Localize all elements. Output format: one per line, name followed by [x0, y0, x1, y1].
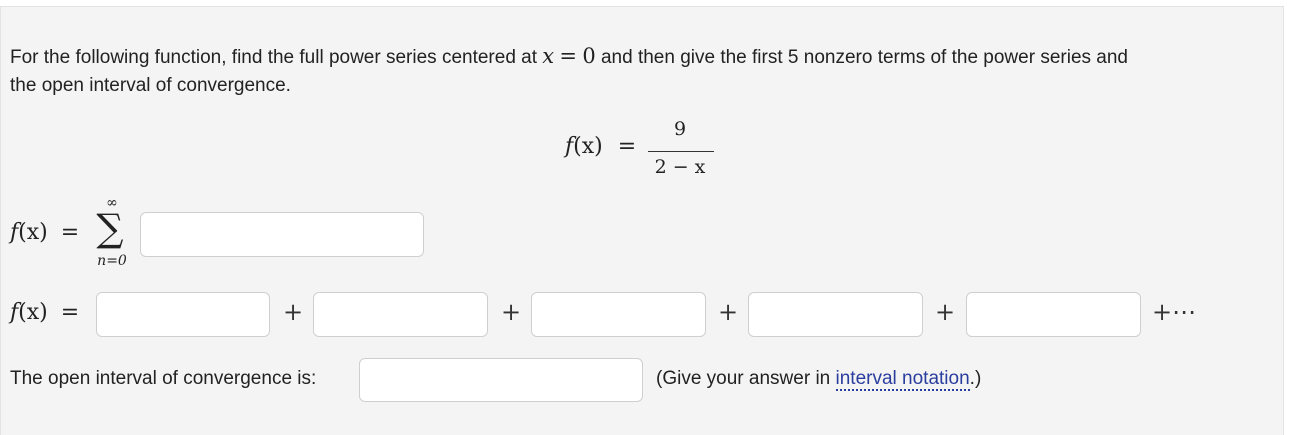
prompt-text-end: and then give the first 5 nonzero terms … — [600, 47, 1128, 68]
plus-sign: + — [283, 298, 304, 326]
terms-function-name: f — [10, 300, 19, 325]
prompt-line-1: For the following function, find the ful… — [10, 41, 1128, 73]
interval-hint-start: (Give your answer in — [656, 368, 831, 389]
function-denominator: 2 − x — [654, 156, 706, 178]
term-4-input[interactable] — [748, 292, 923, 337]
function-equals: = — [617, 134, 637, 159]
terms-function-argument: (x) — [18, 300, 48, 325]
prompt-equals: = — [559, 44, 578, 68]
series-continuation: +⋯ — [1152, 298, 1197, 326]
prompt-line-2: the open interval of convergence. — [10, 75, 291, 96]
plus-sign: + — [935, 298, 956, 326]
plus-sign: + — [718, 298, 739, 326]
interval-label: The open interval of convergence is: — [10, 368, 317, 389]
term-2-input[interactable] — [313, 292, 488, 337]
power-series-answer-input[interactable] — [140, 212, 424, 257]
sigma-lower-limit: n=0 — [97, 253, 127, 269]
interval-notation-link[interactable]: interval notation — [835, 368, 970, 391]
series-equals: = — [60, 220, 80, 245]
interval-answer-input[interactable] — [359, 358, 643, 402]
function-argument: (x) — [573, 134, 603, 159]
interval-hint-end: .) — [969, 368, 982, 389]
prompt-center-value: 0 — [582, 44, 596, 68]
interval-hint: (Give your answer in interval notation.) — [656, 364, 981, 394]
series-function-argument: (x) — [18, 220, 48, 245]
term-5-input[interactable] — [966, 292, 1141, 337]
term-3-input[interactable] — [531, 292, 706, 337]
terms-lhs: f(x) = — [10, 300, 79, 325]
prompt-text-start: For the following function, find the ful… — [10, 47, 538, 68]
series-function-name: f — [10, 220, 19, 245]
series-lhs: f(x) = — [10, 220, 79, 245]
fraction-bar — [648, 151, 714, 152]
function-name: f — [565, 134, 574, 159]
terms-equals: = — [60, 300, 80, 325]
function-lhs: f(x) = — [565, 134, 636, 159]
plus-sign: + — [501, 298, 522, 326]
sigma-icon: ∑ — [96, 206, 124, 250]
prompt-variable-x: x — [542, 44, 555, 68]
term-1-input[interactable] — [96, 292, 270, 337]
function-numerator: 9 — [673, 118, 687, 140]
